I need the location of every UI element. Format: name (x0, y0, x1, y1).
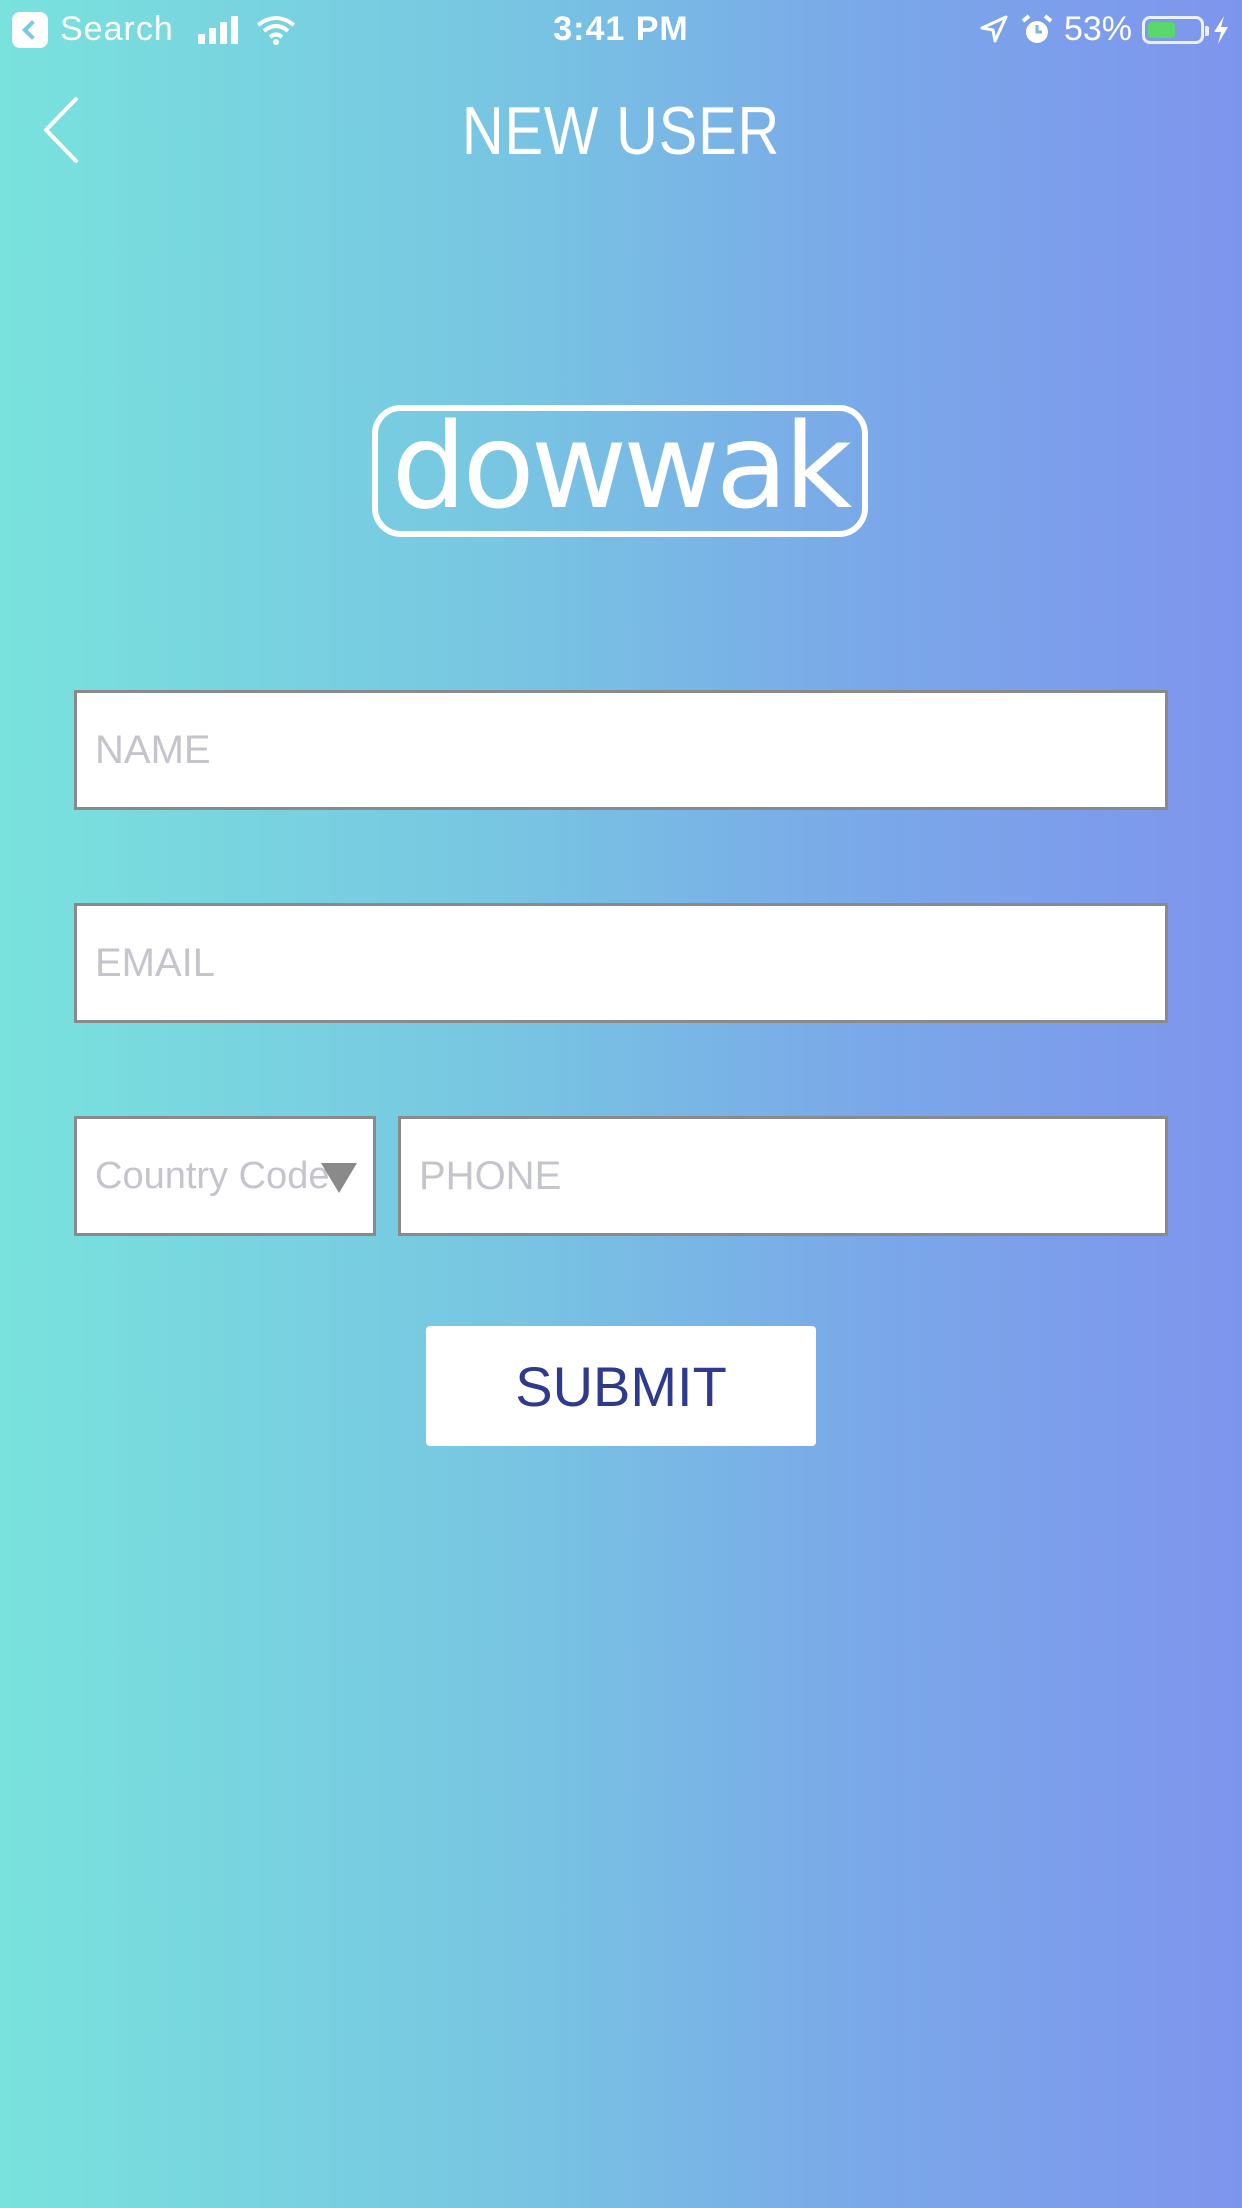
battery-percent: 53% (1063, 10, 1132, 48)
charging-bolt-icon (1214, 15, 1228, 44)
page-title: NEW USER (461, 93, 781, 169)
alarm-clock-icon (1021, 13, 1053, 43)
country-code-placeholder: Country Code (95, 1155, 330, 1197)
email-input[interactable] (74, 903, 1168, 1023)
dowwak-logo: dowwak (372, 405, 868, 537)
status-bar-right: 53% (978, 10, 1230, 49)
back-button[interactable] (40, 95, 90, 165)
chevron-left-icon (44, 97, 78, 163)
logo-text: dowwak (392, 405, 852, 535)
name-input[interactable] (74, 690, 1168, 810)
country-code-select[interactable]: Country Code (74, 1116, 376, 1236)
location-arrow-icon (980, 15, 1008, 42)
status-bar: Search 3:41 PM 53% (0, 0, 1242, 60)
phone-input[interactable] (398, 1116, 1168, 1236)
battery-level-fill (1148, 21, 1175, 38)
battery-icon (1142, 15, 1209, 44)
submit-button[interactable]: SUBMIT (426, 1326, 816, 1446)
dropdown-caret-icon (321, 1163, 357, 1193)
